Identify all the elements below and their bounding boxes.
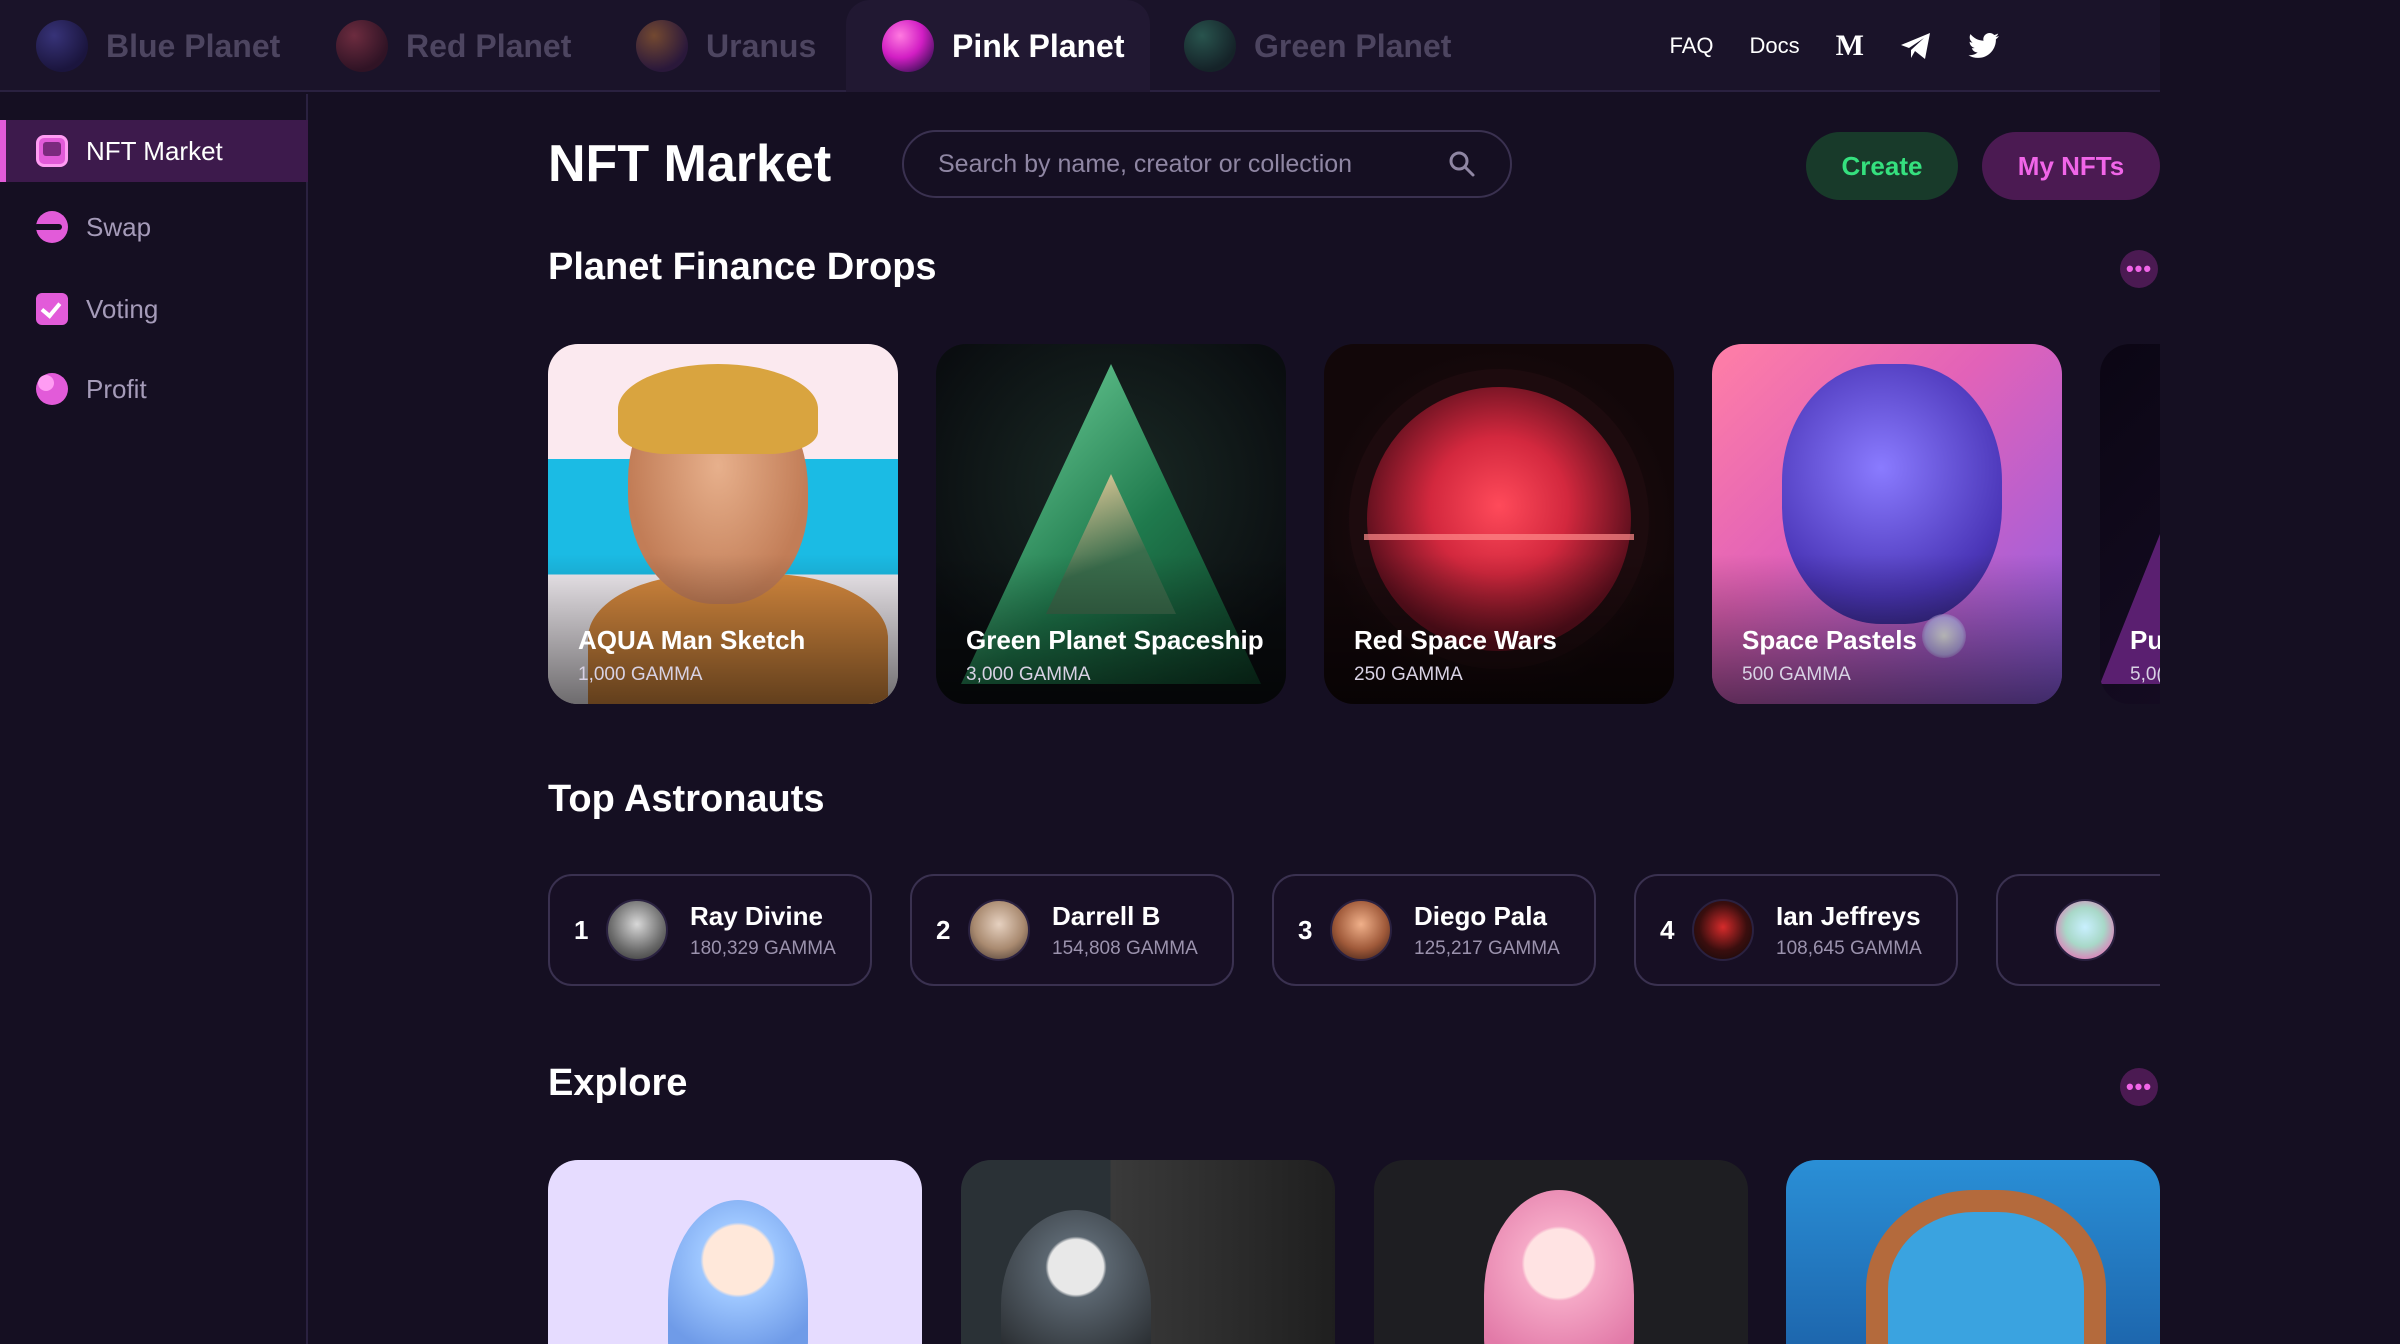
tab-label: Green Planet: [1254, 27, 1452, 64]
astronaut-name: Ray Divine: [690, 900, 823, 931]
sidebar-item-swap[interactable]: Swap: [0, 196, 308, 258]
tab-label: Red Planet: [406, 27, 572, 64]
tab-label: Uranus: [706, 27, 817, 64]
explore-artwork: [1484, 1190, 1634, 1344]
avatar: [968, 899, 1030, 961]
sidebar: NFT Market Swap Voting Profit: [0, 94, 308, 1344]
page-title: NFT Market: [548, 135, 832, 193]
tab-blue-planet[interactable]: Blue Planet: [36, 0, 300, 92]
explore-artwork: [1866, 1190, 2106, 1344]
explore-card[interactable]: [1786, 1160, 2160, 1344]
blue-planet-icon: [36, 20, 88, 72]
explore-section-title: Explore: [548, 1062, 688, 1104]
drop-name: Pu: [2130, 625, 2160, 655]
tab-green-planet[interactable]: Green Planet: [1184, 0, 1471, 92]
avatar: [1330, 899, 1392, 961]
market-icon: [36, 135, 68, 167]
search-icon[interactable]: [1448, 150, 1476, 178]
drops-section-title: Planet Finance Drops: [548, 246, 937, 288]
astronaut-score: 125,217 GAMMA: [1414, 937, 1560, 959]
sidebar-item-label: NFT Market: [86, 135, 223, 166]
drop-name: AQUA Man Sketch: [578, 625, 806, 655]
tab-red-planet[interactable]: Red Planet: [336, 0, 591, 92]
explore-card[interactable]: [548, 1160, 922, 1344]
green-planet-icon: [1184, 20, 1236, 72]
drop-price: 5,0(: [2130, 664, 2160, 685]
sidebar-item-label: Profit: [86, 373, 147, 404]
tab-label: Pink Planet: [952, 27, 1125, 64]
drop-name: Space Pastels: [1742, 625, 1917, 655]
voting-icon: [36, 293, 68, 325]
astronaut-rank: 2: [936, 914, 951, 945]
explore-artwork: [1001, 1210, 1151, 1344]
astronaut-score: 154,808 GAMMA: [1052, 937, 1198, 959]
drop-card[interactable]: Red Space Wars 250 GAMMA: [1324, 344, 1674, 704]
profit-icon: [36, 373, 68, 405]
drop-card[interactable]: Space Pastels 500 GAMMA: [1712, 344, 2062, 704]
drop-price: 3,000 GAMMA: [966, 664, 1091, 685]
astronaut-name: Darrell B: [1052, 900, 1161, 931]
drop-name: Green Planet Spaceship: [966, 625, 1264, 655]
explore-card[interactable]: [1374, 1160, 1748, 1344]
planet-tab-bar: Blue Planet Red Planet Uranus Pink Plane…: [0, 0, 2160, 92]
avatar: [1692, 899, 1754, 961]
drop-card[interactable]: Green Planet Spaceship 3,000 GAMMA: [936, 344, 1286, 704]
explore-artwork: [668, 1200, 808, 1344]
tab-label: Blue Planet: [106, 27, 281, 64]
astronaut-card[interactable]: 2 Darrell B 154,808 GAMMA: [910, 874, 1234, 986]
twitter-icon[interactable]: [1968, 32, 2000, 60]
uranus-icon: [636, 20, 688, 72]
avatar: [2054, 899, 2116, 961]
drops-carousel: AQUA Man Sketch 1,000 GAMMA Green Planet…: [548, 344, 2160, 706]
drops-more-button[interactable]: •••: [2120, 250, 2158, 288]
drop-price: 500 GAMMA: [1742, 664, 1851, 685]
astronaut-name: Ian Jeffreys: [1776, 900, 1921, 931]
sidebar-item-profit[interactable]: Profit: [0, 358, 308, 420]
astronaut-score: 108,645 GAMMA: [1776, 937, 1922, 959]
drop-price: 1,000 GAMMA: [578, 664, 703, 685]
astronaut-rank: 3: [1298, 914, 1313, 945]
search-input[interactable]: Search by name, creator or collection: [902, 130, 1512, 198]
astronaut-card[interactable]: [1996, 874, 2160, 986]
sidebar-item-label: Voting: [86, 293, 159, 324]
create-button[interactable]: Create: [1806, 132, 1958, 200]
astronaut-rank: 4: [1660, 914, 1675, 945]
telegram-icon[interactable]: [1900, 32, 1932, 60]
search-placeholder: Search by name, creator or collection: [938, 149, 1353, 178]
astronaut-name: Diego Pala: [1414, 900, 1547, 931]
pink-planet-icon: [882, 20, 934, 72]
astronaut-card[interactable]: 4 Ian Jeffreys 108,645 GAMMA: [1634, 874, 1958, 986]
medium-icon[interactable]: M: [1836, 29, 1864, 63]
drop-price: 250 GAMMA: [1354, 664, 1463, 685]
astronaut-rank: 1: [574, 914, 589, 945]
main-content: NFT Market Search by name, creator or co…: [548, 94, 2160, 1344]
drop-name: Red Space Wars: [1354, 625, 1557, 655]
avatar: [606, 899, 668, 961]
tab-pink-planet[interactable]: Pink Planet: [846, 0, 1150, 92]
astronaut-card[interactable]: 3 Diego Pala 125,217 GAMMA: [1272, 874, 1596, 986]
top-links: FAQ Docs M: [1670, 0, 2000, 92]
astronaut-card[interactable]: 1 Ray Divine 180,329 GAMMA: [548, 874, 872, 986]
sidebar-item-nft-market[interactable]: NFT Market: [0, 120, 308, 182]
explore-more-button[interactable]: •••: [2120, 1068, 2158, 1106]
my-nfts-button[interactable]: My NFTs: [1982, 132, 2160, 200]
explore-grid: [548, 1160, 2160, 1344]
red-planet-icon: [336, 20, 388, 72]
astronauts-carousel: 1 Ray Divine 180,329 GAMMA 2 Darrell B 1…: [548, 874, 2160, 986]
sidebar-item-label: Swap: [86, 211, 152, 242]
drop-card[interactable]: Pu 5,0(: [2100, 344, 2160, 704]
faq-link[interactable]: FAQ: [1670, 33, 1714, 59]
explore-card[interactable]: [961, 1160, 1335, 1344]
swap-icon: [34, 211, 68, 243]
drop-card[interactable]: AQUA Man Sketch 1,000 GAMMA: [548, 344, 898, 704]
astronauts-section-title: Top Astronauts: [548, 778, 825, 820]
tab-uranus[interactable]: Uranus: [636, 0, 836, 92]
docs-link[interactable]: Docs: [1750, 33, 1800, 59]
astronaut-score: 180,329 GAMMA: [690, 937, 836, 959]
sidebar-item-voting[interactable]: Voting: [0, 278, 308, 340]
